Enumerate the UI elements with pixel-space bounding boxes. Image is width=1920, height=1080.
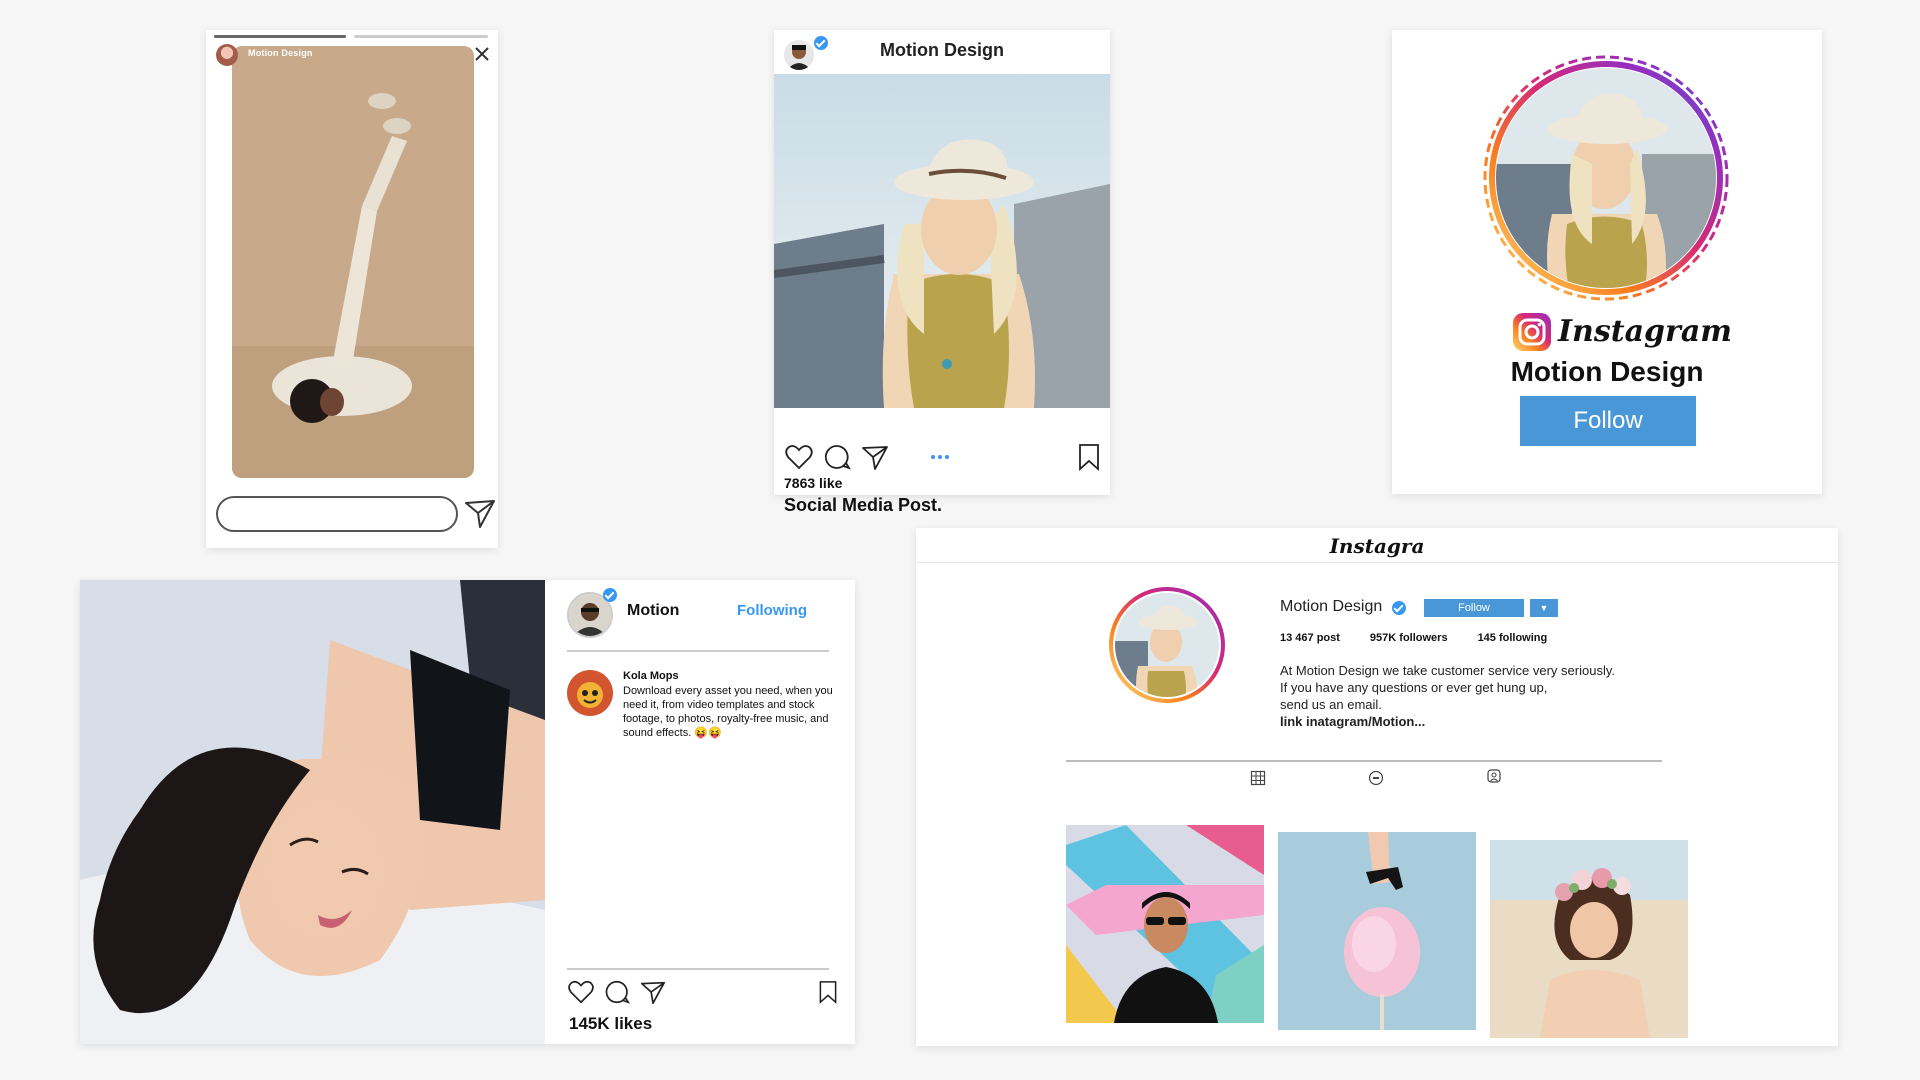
tabs-divider: [1066, 760, 1662, 762]
post-username[interactable]: Motion: [627, 602, 679, 620]
share-icon[interactable]: [639, 978, 667, 1006]
grid-post[interactable]: [1066, 825, 1264, 1023]
header-divider: [916, 562, 1838, 563]
commenter-name[interactable]: Kola Mops: [623, 670, 679, 682]
profile-name: Motion Design: [1280, 598, 1383, 615]
grid-icon[interactable]: [1250, 770, 1266, 786]
landscape-post-card: Motion Following Kola Mops Download ever…: [80, 580, 855, 1044]
verified-badge-icon: [1392, 601, 1406, 615]
follower-count[interactable]: 957K followers: [1370, 632, 1448, 644]
grid-post[interactable]: [1278, 832, 1476, 1030]
chevron-down-icon[interactable]: ▼: [1530, 599, 1558, 617]
story-photo: [232, 46, 474, 478]
following-count[interactable]: 145 following: [1478, 632, 1548, 644]
bookmark-icon[interactable]: [1076, 442, 1102, 472]
grid-post[interactable]: [1490, 840, 1688, 1038]
bio-line: If you have any questions or ever get hu…: [1280, 680, 1548, 695]
tagged-icon[interactable]: [1486, 768, 1502, 784]
story-progress-pending: [354, 35, 488, 38]
story-card: Motion Design: [206, 30, 498, 548]
landscape-post-photo: [80, 580, 545, 1044]
post-count: 13 467 post: [1280, 632, 1340, 644]
instagram-wordmark: Instagram: [1558, 314, 1732, 349]
profile-photo-ring: [1482, 54, 1730, 302]
following-button[interactable]: Following: [737, 602, 807, 619]
post-caption: Social Media Post.: [784, 495, 943, 515]
verified-badge-icon: [603, 588, 617, 602]
profile-name: Motion Design: [1510, 356, 1704, 387]
story-progress-active: [214, 35, 346, 38]
comment-icon[interactable]: [822, 442, 852, 472]
bio-line: send us an email.: [1280, 697, 1382, 712]
comment-text: Download every asset you need, when you …: [623, 685, 833, 739]
tv-icon[interactable]: [1368, 770, 1384, 786]
close-icon[interactable]: [472, 44, 492, 64]
heart-icon[interactable]: [567, 978, 595, 1006]
comment-icon[interactable]: [603, 978, 631, 1006]
profile-bio: At Motion Design we take customer servic…: [1280, 662, 1615, 730]
profile-page-card: Instagra Motion Design Follow ▼ 13 467 p…: [916, 528, 1838, 1046]
bio-line: At Motion Design we take customer servic…: [1280, 663, 1615, 678]
profile-badge-card: Instagram Motion Design Follow: [1392, 30, 1822, 494]
divider: [567, 968, 829, 970]
send-icon[interactable]: [462, 495, 498, 531]
follow-button[interactable]: Follow: [1520, 396, 1696, 446]
like-count: 145K likes: [569, 1014, 653, 1033]
bio-link[interactable]: link inatagram/Motion...: [1280, 713, 1615, 730]
heart-icon[interactable]: [784, 442, 814, 472]
story-avatar: [216, 44, 238, 66]
like-count: 7863 like: [784, 475, 843, 491]
profile-stats: 13 467 post 957K followers 145 following: [1280, 632, 1547, 644]
share-icon[interactable]: [860, 442, 890, 472]
instagram-logo-text[interactable]: Instagra: [916, 534, 1838, 558]
divider: [567, 650, 829, 652]
profile-avatar[interactable]: [1108, 586, 1226, 704]
commenter-avatar[interactable]: [567, 670, 613, 716]
post-username[interactable]: Motion Design: [774, 40, 1110, 61]
bookmark-icon[interactable]: [817, 978, 839, 1006]
carousel-dots: [930, 452, 950, 462]
post-card: Motion Design 7863 like Social Media Pos…: [774, 30, 1110, 515]
follow-button[interactable]: Follow: [1424, 599, 1524, 617]
post-sidebar: Motion Following Kola Mops Download ever…: [545, 580, 855, 1044]
instagram-logo-icon: [1512, 312, 1552, 352]
story-reply-input[interactable]: [216, 496, 458, 532]
post-photo: [774, 74, 1110, 408]
story-username: Motion Design: [248, 48, 313, 58]
